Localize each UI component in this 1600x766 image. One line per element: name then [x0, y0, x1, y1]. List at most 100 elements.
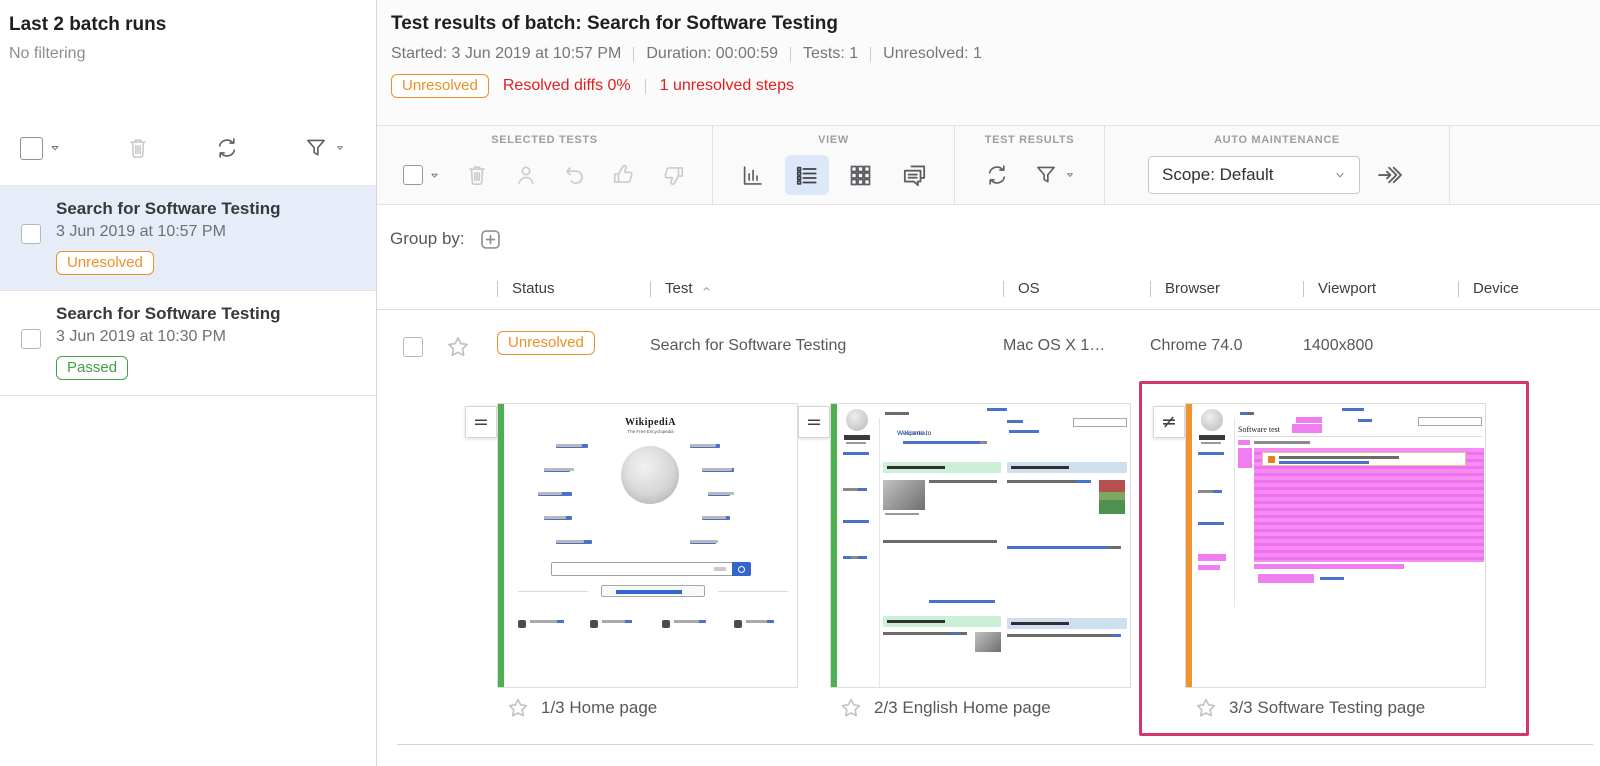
list-view-icon [793, 162, 820, 189]
batch-date: 3 Jun 2019 at 10:30 PM [56, 328, 226, 345]
assign-user-icon[interactable] [513, 162, 539, 188]
resolved-diffs-label: Resolved diffs 0% [502, 77, 631, 94]
search-button [732, 562, 751, 576]
selected-tests-section: SELECTED TESTS [377, 126, 713, 204]
section-label: VIEW [818, 134, 849, 146]
bar-chart-icon [739, 162, 766, 189]
test-results-section: TEST RESULTS [955, 126, 1105, 204]
diff-highlight [1198, 565, 1220, 570]
step-1-thumbnail[interactable]: WikipediA The Free Encyclopedia [497, 403, 798, 688]
test-checkbox[interactable] [403, 337, 423, 357]
batch-name: Search for Software Testing [56, 304, 281, 323]
batch-list: Search for Software Testing 3 Jun 2019 a… [0, 185, 376, 396]
main-panel: Test results of batch: Search for Softwa… [377, 0, 1600, 766]
sidebar-toolbar [0, 125, 376, 171]
divider [870, 46, 872, 62]
checkbox[interactable] [403, 165, 423, 185]
caret-down-icon[interactable] [1064, 169, 1076, 181]
favorite-star-icon[interactable] [1193, 695, 1219, 721]
caret-down-icon[interactable] [334, 142, 346, 154]
apply-maintenance-icon[interactable] [1376, 160, 1406, 190]
chevron-down-icon [1331, 166, 1349, 184]
batch-status-line: Unresolved Resolved diffs 0% 1 unresolve… [391, 74, 1600, 98]
undo-icon[interactable] [562, 162, 588, 188]
diff-highlight [1258, 574, 1314, 583]
favorite-star-icon[interactable] [838, 695, 864, 721]
group-by-label: Group by: [390, 229, 465, 248]
step-2: = Welcome to Wikipedia, 2/3 English Home… [798, 381, 1131, 721]
batch-checkbox[interactable] [21, 329, 41, 349]
delete-batch-icon[interactable] [125, 135, 151, 161]
diff-highlight [1238, 448, 1252, 468]
diff-highlight [1254, 564, 1404, 569]
test-os: Mac OS X 1… [1003, 337, 1106, 354]
grid-view-button[interactable] [839, 155, 883, 195]
divider [377, 309, 1600, 310]
column-browser[interactable]: Browser [1150, 280, 1220, 297]
caret-down-icon[interactable] [48, 141, 62, 155]
sister-project-icon [662, 620, 670, 628]
sidebar-filter-status: No filtering [9, 45, 86, 62]
refresh-batches-icon[interactable] [214, 135, 240, 161]
list-view-button-active[interactable] [784, 155, 829, 195]
column-device[interactable]: Device [1458, 280, 1519, 297]
batch-run-item-selected[interactable]: Search for Software Testing 3 Jun 2019 a… [0, 186, 376, 291]
group-by-bar: Group by: [390, 225, 1600, 253]
test-browser: Chrome 74.0 [1150, 337, 1243, 354]
step-3-selected-wrapper: ≠ Software test 3/3 Software Testing pag… [1139, 381, 1529, 736]
scope-value: Scope: Default [1162, 165, 1274, 184]
chart-view-button[interactable] [731, 155, 775, 195]
batch-duration: Duration: 00:00:59 [646, 45, 779, 62]
results-content: Group by: Status Test OS Browser Viewpor… [377, 205, 1600, 766]
caret-down-icon[interactable] [428, 169, 441, 182]
comments-icon [900, 161, 929, 190]
unresolved-steps-label: 1 unresolved steps [659, 77, 794, 94]
refresh-results-icon[interactable] [984, 162, 1010, 188]
test-name[interactable]: Search for Software Testing [650, 337, 846, 355]
diff-highlight [1292, 424, 1322, 433]
select-all-tests-checkbox[interactable] [403, 165, 441, 185]
step-3-thumbnail[interactable]: Software test [1185, 403, 1486, 688]
grid-view-icon [847, 162, 874, 189]
batch-meta: Started: 3 Jun 2019 at 10:57 PM Duration… [391, 45, 1600, 63]
batch-started: Started: 3 Jun 2019 at 10:57 PM [391, 45, 622, 62]
delete-tests-icon[interactable] [464, 162, 490, 188]
batch-tests-count: Tests: 1 [803, 45, 859, 62]
featured-article-photo [883, 480, 925, 510]
filter-batches-button[interactable] [303, 135, 346, 161]
sister-project-icon [734, 620, 742, 628]
thumbs-down-icon[interactable] [660, 162, 686, 188]
batch-checkbox[interactable] [21, 224, 41, 244]
wikipedia-portal-preview: WikipediA The Free Encyclopedia [504, 404, 797, 687]
test-result-row[interactable]: Unresolved Search for Software Testing M… [390, 323, 1600, 375]
view-section: VIEW [713, 126, 955, 204]
thumbs-up-icon[interactable] [611, 162, 637, 188]
checkbox[interactable] [20, 136, 43, 160]
steps-row: = WikipediA The Free Encyclopedia 1/3 Ho… [390, 381, 1600, 736]
scope-select[interactable]: Scope: Default [1148, 156, 1360, 194]
batch-status-badge: Unresolved [391, 74, 489, 98]
batch-unresolved-count: Unresolved: 1 [883, 45, 982, 62]
favorite-star-icon[interactable] [505, 695, 531, 721]
step-2-thumbnail[interactable]: Welcome to Wikipedia, [830, 403, 1131, 688]
batch-runs-sidebar: Last 2 batch runs No filtering Search fo… [0, 0, 377, 766]
diff-highlight [1238, 440, 1250, 445]
column-os[interactable]: OS [1003, 280, 1040, 297]
article-title: Software test [1238, 425, 1280, 434]
column-status[interactable]: Status [497, 280, 555, 297]
toolbar-spacer [1450, 126, 1600, 204]
add-group-button[interactable] [477, 226, 504, 253]
filter-icon[interactable] [303, 135, 329, 161]
column-test-sorted[interactable]: Test [650, 280, 714, 297]
select-all-batches-checkbox[interactable] [20, 136, 62, 160]
wikipedia-tagline: The Free Encyclopedia [627, 429, 674, 434]
filter-results-button[interactable] [1033, 162, 1076, 188]
filter-icon[interactable] [1033, 162, 1059, 188]
comments-view-button[interactable] [893, 155, 937, 195]
batch-run-item[interactable]: Search for Software Testing 3 Jun 2019 a… [0, 291, 376, 396]
favorite-star-icon[interactable] [444, 333, 472, 361]
in-the-news-header [1007, 462, 1127, 473]
column-viewport[interactable]: Viewport [1303, 280, 1376, 297]
table-header-row: Status Test OS Browser Viewport Device [390, 280, 1600, 302]
page-search-box [1073, 418, 1127, 427]
